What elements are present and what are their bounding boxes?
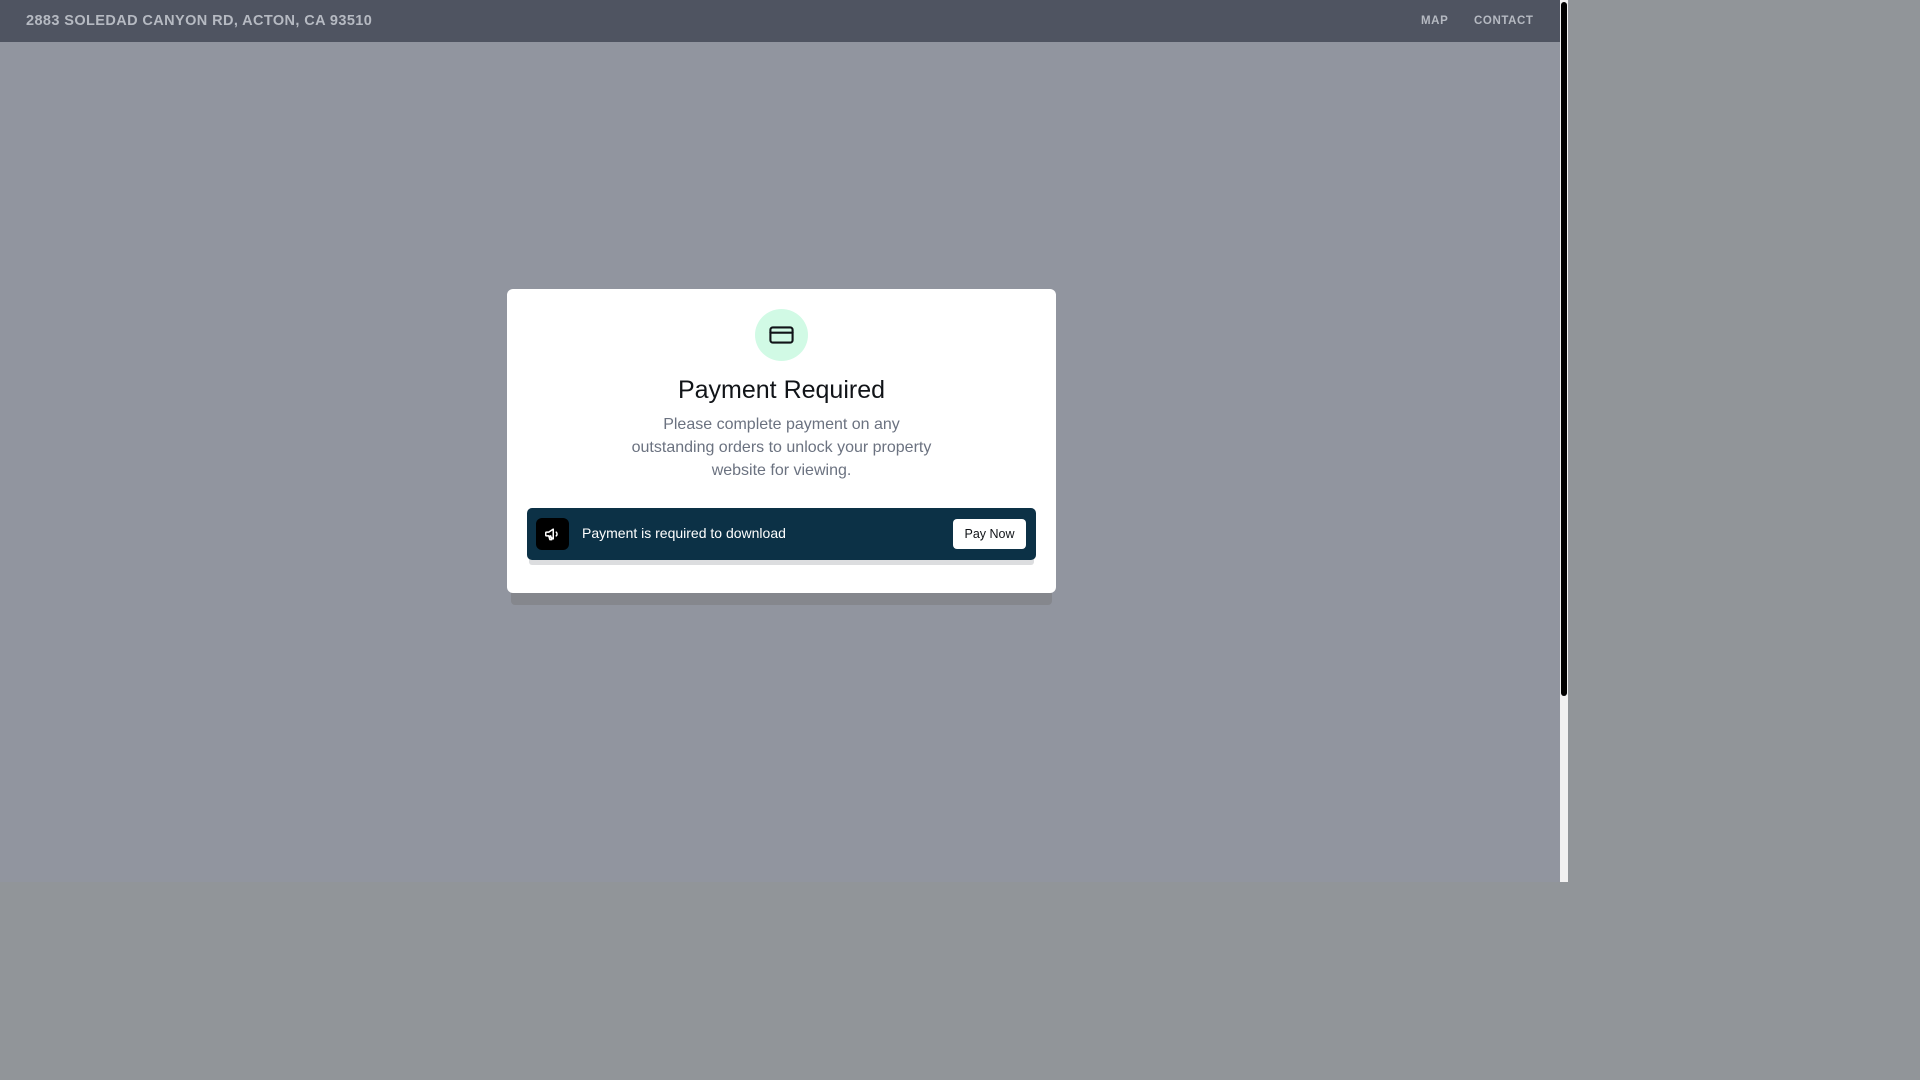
nav-link-map[interactable]: MAP — [1421, 15, 1448, 27]
megaphone-icon — [545, 528, 558, 541]
property-address-title[interactable]: 2883 SOLEDAD CANYON RD, ACTON, CA 93510 — [26, 13, 372, 29]
megaphone-icon-badge — [536, 518, 569, 550]
payment-banner: Payment is required to download Pay Now — [527, 508, 1036, 560]
payment-required-modal: Payment Required Please complete payment… — [507, 289, 1056, 593]
scrollbar-thumb[interactable] — [1561, 2, 1567, 696]
modal-description: Please complete payment on any outstandi… — [631, 416, 932, 479]
vertical-scrollbar[interactable] — [1560, 0, 1568, 882]
nav-link-contact[interactable]: CONTACT — [1474, 15, 1534, 27]
modal-title: Payment Required — [677, 376, 886, 404]
top-nav-bar: 2883 SOLEDAD CANYON RD, ACTON, CA 93510 … — [0, 0, 1560, 42]
credit-card-icon — [769, 326, 794, 344]
banner-message: Payment is required to download — [582, 525, 786, 541]
pay-now-button[interactable]: Pay Now — [953, 519, 1026, 549]
page-overlay: 2883 SOLEDAD CANYON RD, ACTON, CA 93510 … — [0, 0, 1560, 882]
credit-card-icon-badge — [755, 309, 808, 361]
